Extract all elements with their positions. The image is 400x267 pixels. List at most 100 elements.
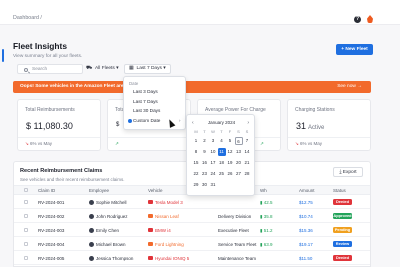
calendar-day[interactable]: 27 — [235, 170, 243, 178]
calendar-day[interactable]: 29 — [192, 181, 200, 189]
calendar-day[interactable]: 8 — [192, 148, 200, 156]
calendar-day[interactable]: 26 — [226, 170, 234, 178]
calendar-day[interactable]: 11 — [217, 148, 226, 156]
search-placeholder: Search — [32, 67, 48, 72]
calendar-day[interactable]: 7 — [243, 137, 251, 145]
table-row[interactable]: RV-2024-004 Michael Brown Ford Lightning Se… — [14, 238, 370, 251]
calendar-day[interactable]: 25 — [218, 170, 226, 178]
new-fleet-button[interactable]: + New Fleet — [336, 44, 373, 55]
calendar-day[interactable]: 24 — [209, 170, 217, 178]
calendar-day[interactable]: 12 — [226, 148, 234, 156]
fleet-filter-label: All Fleets — [95, 66, 115, 71]
alert-see-now-link[interactable]: See now → — [337, 84, 362, 89]
car-icon: ⛟ — [86, 66, 93, 71]
avatar — [89, 199, 94, 205]
avatar — [89, 213, 94, 219]
calendar-day[interactable]: 19 — [226, 159, 234, 167]
calendar-day[interactable]: 4 — [218, 137, 226, 145]
page-title: Fleet Insights — [13, 41, 67, 51]
calendar-day[interactable]: 22 — [192, 170, 200, 178]
date-filter[interactable]: ▦ Last 7 Days ▾ — [124, 64, 171, 74]
calendar-day[interactable]: 18 — [218, 159, 226, 167]
calendar-day[interactable]: 13 — [235, 148, 243, 156]
kwh-cell: ▮ 42.5 — [260, 199, 273, 205]
employee-cell: Sophie Mitchell — [89, 200, 127, 205]
col-kwh[interactable]: Wh — [260, 188, 267, 193]
amount-cell: $15.36 — [299, 227, 313, 233]
amount-cell: $10.74 — [299, 213, 313, 219]
calendar-month: January 2024 — [207, 120, 236, 125]
row-checkbox[interactable] — [24, 214, 28, 218]
card-change: ↗ — [260, 141, 264, 146]
calendar-day[interactable]: 9 — [201, 148, 209, 156]
chevron-right-icon: › — [179, 118, 181, 123]
employee-cell: Emily Chen — [89, 228, 119, 233]
calendar-day[interactable]: 31 — [209, 181, 217, 189]
calendar-day[interactable]: 10 — [209, 148, 217, 156]
row-checkbox[interactable] — [24, 242, 28, 246]
calendar-day[interactable]: 2 — [201, 137, 209, 145]
calendar-day[interactable]: 3 — [209, 137, 217, 145]
table-row[interactable]: RV-2024-001 Sophie Mitchell Tesla Model 3 ▮… — [14, 196, 370, 209]
option-custom-date[interactable]: Custom Date — [133, 118, 160, 123]
option-last-3-days[interactable]: Last 3 Days — [133, 89, 158, 94]
calendar-day[interactable]: 5 — [226, 137, 234, 145]
avatar — [89, 241, 94, 247]
card-label: Charging Stations — [295, 107, 335, 113]
option-last-7-days[interactable]: Last 7 Days — [133, 99, 158, 104]
export-button[interactable]: ⤓ Export — [333, 167, 363, 177]
calendar-day[interactable]: 28 — [243, 170, 251, 178]
calendar-day[interactable]: 30 — [201, 181, 209, 189]
vehicle-icon — [148, 228, 153, 233]
calendar-day[interactable]: 15 — [192, 159, 200, 167]
calendar-day[interactable]: 16 — [201, 159, 209, 167]
kwh-cell: ▮ 35.8 — [260, 213, 273, 219]
calendar-day[interactable]: 21 — [243, 159, 251, 167]
fleet-filter[interactable]: ⛟ All Fleets ▾ — [86, 64, 119, 74]
next-month-icon[interactable]: › — [247, 120, 249, 126]
calendar-day[interactable]: 23 — [201, 170, 209, 178]
table-row[interactable]: RV-2024-005 Jessica Thompson Hyundai IONIQ… — [14, 252, 370, 265]
table-row[interactable]: RV-2024-003 Emily Chen BMW i4 Executive Fle… — [14, 224, 370, 237]
option-last-30-days[interactable]: Last 30 Days — [133, 108, 160, 113]
search-icon — [24, 67, 28, 72]
avatar — [89, 255, 94, 261]
calendar-day[interactable]: 17 — [209, 159, 217, 167]
date-picker-calendar: ‹ January 2024 › M T W T F S S 1 2 3 4 5 6 7 8 9 10 11 12 1… — [186, 114, 255, 196]
kwh-cell: ▮ 63.9 — [260, 241, 273, 247]
claim-id: RV-2024-003 — [38, 227, 65, 233]
col-vehicle[interactable]: Vehicle — [148, 188, 163, 193]
table-row[interactable]: RV-2024-002 John Rodriguez Nissan Leaf Deli… — [14, 210, 370, 223]
vehicle-cell: Ford Lightning — [148, 242, 184, 247]
status-badge: Denied — [333, 199, 352, 205]
breadcrumb[interactable]: Dashboard / — [13, 15, 42, 21]
row-checkbox[interactable] — [24, 256, 28, 260]
col-status[interactable]: Status — [333, 188, 346, 193]
card-value: $ — [116, 122, 120, 128]
search-input[interactable]: Search — [17, 64, 83, 74]
card-change: ↗ — [115, 141, 119, 146]
nav-active-indicator — [2, 49, 4, 62]
card-change: ↘ 6% vs May — [295, 141, 323, 146]
amount-cell: $19.17 — [299, 241, 313, 247]
col-amount[interactable]: Amount — [299, 188, 315, 193]
card-label: Average Power For Charge — [205, 107, 266, 113]
card-charging-stations[interactable]: Charging Stations 31 Active ↘ 6% vs May — [287, 99, 371, 151]
calendar-day[interactable]: 20 — [235, 159, 243, 167]
col-employee[interactable]: Employee — [89, 188, 109, 193]
alert-banner: Oops! Some vehicles in the Amazon Fleet … — [13, 81, 371, 93]
status-badge: Review — [333, 241, 352, 247]
help-icon[interactable]: ? — [354, 16, 361, 23]
row-checkbox[interactable] — [24, 228, 28, 232]
calendar-day[interactable]: 6 — [234, 137, 243, 145]
status-badge: Pending — [333, 227, 352, 233]
employee-cell: Jessica Thompson — [89, 256, 133, 261]
col-claim-id[interactable]: Claim ID — [38, 188, 55, 193]
calendar-day[interactable]: 14 — [243, 148, 251, 156]
weekday-label: S — [245, 129, 249, 134]
select-all-checkbox[interactable] — [24, 188, 28, 192]
card-total-reimbursements[interactable]: Total Reimbursements $ 11,080.30 ↘ 6% vs… — [17, 99, 101, 151]
row-checkbox[interactable] — [24, 200, 28, 204]
calendar-day[interactable]: 1 — [192, 137, 200, 145]
page-subtitle: View summary for all your fleets. — [13, 54, 83, 59]
